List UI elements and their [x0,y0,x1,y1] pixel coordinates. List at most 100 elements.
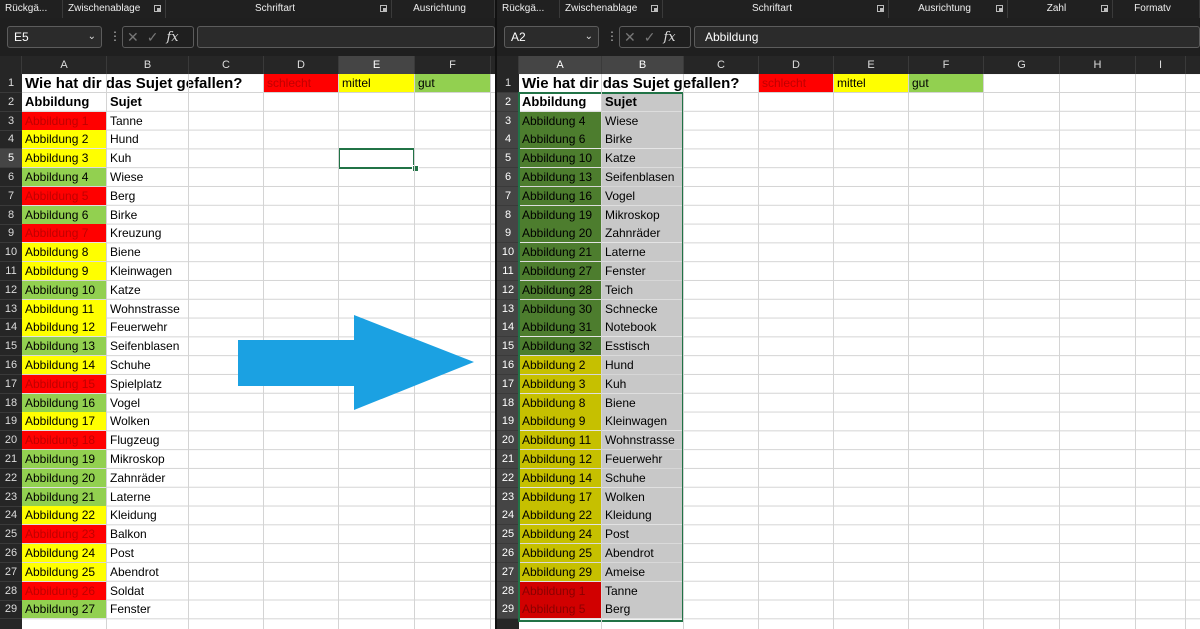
cell-sujet[interactable]: Berg [107,187,189,205]
cell-abbildung[interactable]: Abbildung 9 [22,262,107,280]
cell-sujet[interactable]: Wiese [107,168,189,186]
row-header-3[interactable]: 3 [0,112,22,131]
row-header-1[interactable]: 1 [0,74,22,93]
row-header-2[interactable]: 2 [0,93,22,112]
cell-abbildung[interactable]: Abbildung 2 [22,130,107,149]
row-header-20[interactable]: 20 [0,431,22,451]
column-header-a[interactable]: A [22,56,107,74]
formula-input[interactable]: Abbildung [694,26,1200,48]
cell-sujet[interactable]: Soldat [107,582,189,600]
cell-abbildung[interactable]: Abbildung 21 [22,487,107,506]
column-header-b[interactable]: B [107,56,189,74]
row-header-26[interactable]: 26 [497,544,519,563]
cell-abbildung[interactable]: Abbildung 18 [22,431,107,450]
row-header-29[interactable]: 29 [0,600,22,620]
cell-abbildung[interactable]: Abbildung 17 [22,412,107,431]
cell-sujet[interactable]: Zahnräder [107,469,189,487]
cell-sujet[interactable]: Hund [107,130,189,148]
cell-abbildung[interactable]: Abbildung 12 [22,318,107,337]
select-all-corner[interactable] [0,56,22,74]
cell-sujet[interactable]: Schuhe [107,356,189,374]
cell-abbildung[interactable]: Abbildung 8 [22,243,107,262]
row-header-28[interactable]: 28 [497,581,519,601]
cell-abbildung[interactable]: Abbildung 3 [22,149,107,168]
column-header-a[interactable]: A [519,56,602,74]
fx-icon[interactable]: fx [659,30,679,45]
row-header-15[interactable]: 15 [0,337,22,357]
cell-sujet[interactable]: Fenster [107,600,189,618]
row-header-22[interactable]: 22 [497,468,519,488]
row-header-2[interactable]: 2 [497,92,519,112]
column-header-e[interactable]: E [834,56,909,74]
row-header-25[interactable]: 25 [0,525,22,545]
column-header-c[interactable]: C [684,56,759,74]
cell-sujet[interactable]: Post [107,544,189,562]
row-header-7[interactable]: 7 [0,187,22,206]
cell-sujet[interactable]: Katze [107,281,189,299]
cell-sujet[interactable]: Kuh [107,149,189,167]
active-cell-selection[interactable] [338,148,415,169]
row-header-19[interactable]: 19 [0,412,22,432]
column-header-d[interactable]: D [759,56,834,74]
dialog-launcher-icon[interactable] [996,5,1003,12]
row-header-27[interactable]: 27 [0,563,22,582]
row-header-24[interactable]: 24 [0,506,22,526]
row-header-18[interactable]: 18 [497,393,519,413]
cell-sujet[interactable]: Mikroskop [107,450,189,468]
sheet-title-cell[interactable]: Wie hat dir das Sujet gefallen? [22,74,264,94]
row-header-25[interactable]: 25 [497,525,519,545]
row-header-12[interactable]: 12 [0,281,22,300]
row-header-16[interactable]: 16 [497,356,519,375]
legend-gut[interactable]: gut [909,74,984,92]
cell-abbildung[interactable]: Abbildung 25 [22,562,107,581]
row-header-3[interactable]: 3 [497,111,519,131]
row-header-12[interactable]: 12 [497,280,519,300]
row-header-19[interactable]: 19 [497,412,519,432]
cell-abbildung[interactable]: Abbildung 1 [22,111,107,130]
formula-input[interactable] [197,26,495,48]
cell-sujet[interactable]: Kreuzung [107,224,189,242]
cell-sujet[interactable]: Biene [107,243,189,261]
header-sujet[interactable]: Sujet [107,93,189,111]
cell-sujet[interactable]: Tanne [107,112,189,130]
cell-sujet[interactable]: Abendrot [107,563,189,581]
cell-abbildung[interactable]: Abbildung 19 [22,450,107,468]
row-header-10[interactable]: 10 [497,243,519,263]
dialog-launcher-icon[interactable] [154,5,161,12]
legend-schlecht[interactable]: schlecht [759,74,834,92]
row-header-6[interactable]: 6 [0,168,22,187]
row-header-9[interactable]: 9 [497,224,519,244]
chevron-down-icon[interactable]: ⌄ [585,27,593,47]
column-header-i[interactable]: I [1136,56,1186,74]
row-header-5[interactable]: 5 [0,149,22,169]
column-header-f[interactable]: F [909,56,984,74]
row-header-22[interactable]: 22 [0,469,22,488]
cell-sujet[interactable]: Vogel [107,394,189,412]
row-header-26[interactable]: 26 [0,544,22,563]
row-header-14[interactable]: 14 [0,318,22,338]
check-icon[interactable]: ✓ [640,29,660,46]
cell-sujet[interactable]: Seifenblasen [107,337,189,355]
cell-abbildung[interactable]: Abbildung 27 [22,600,107,619]
legend-mittel[interactable]: mittel [834,74,909,92]
cell-sujet[interactable]: Spielplatz [107,375,189,393]
cell-abbildung[interactable]: Abbildung 7 [22,224,107,243]
column-header-b[interactable]: B [602,56,684,74]
row-header-17[interactable]: 17 [0,375,22,394]
row-header-24[interactable]: 24 [497,506,519,526]
column-header-d[interactable]: D [264,56,339,74]
row-header-5[interactable]: 5 [497,149,519,169]
row-header-13[interactable]: 13 [0,300,22,319]
cell-abbildung[interactable]: Abbildung 16 [22,393,107,412]
column-header-c[interactable]: C [189,56,264,74]
select-all-corner[interactable] [497,56,519,74]
row-header-4[interactable]: 4 [0,130,22,150]
cell-sujet[interactable]: Flugzeug [107,431,189,449]
column-header-f[interactable]: F [415,56,491,74]
header-abbildung[interactable]: Abbildung [22,93,107,111]
cell-abbildung[interactable]: Abbildung 24 [22,544,107,562]
ribbon-group-2[interactable]: Schriftart [663,0,889,18]
legend-mittel[interactable]: mittel [339,74,415,92]
row-header-9[interactable]: 9 [0,224,22,244]
row-header-16[interactable]: 16 [0,356,22,375]
